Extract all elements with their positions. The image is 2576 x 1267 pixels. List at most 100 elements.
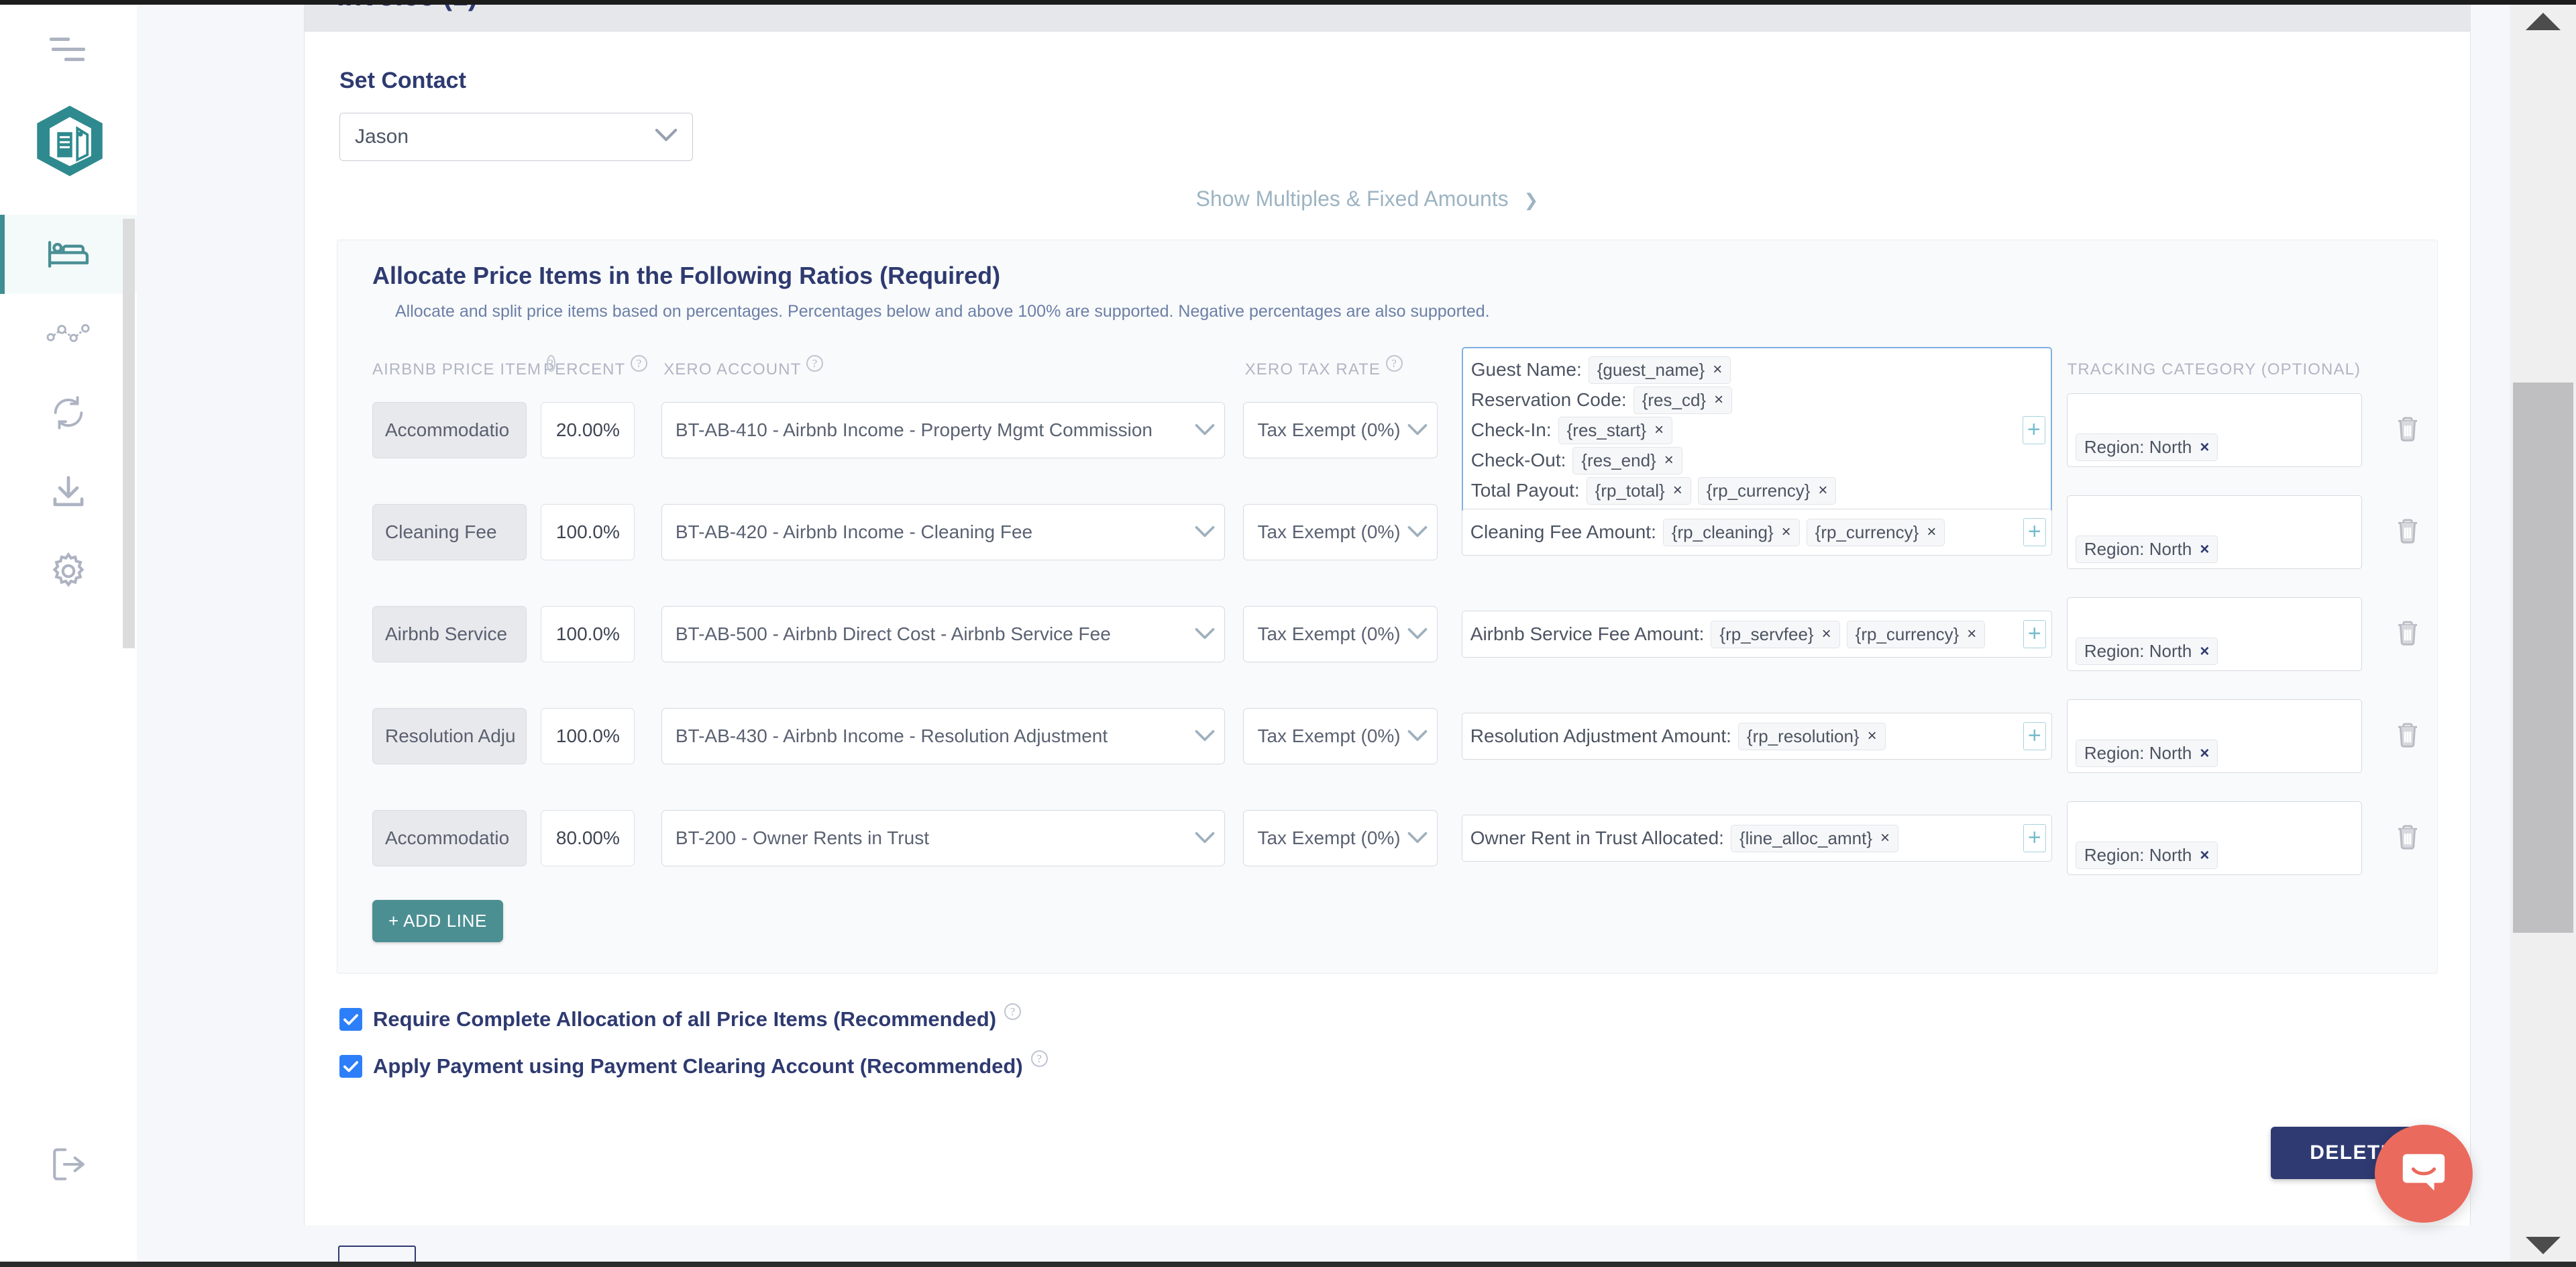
close-icon[interactable]: × [2200,846,2209,865]
close-icon[interactable]: × [1967,625,1976,644]
sidebar-item-sync[interactable] [0,373,137,452]
merge-field-token[interactable]: {res_start} × [1558,416,1673,444]
chevron-down-icon [1407,521,1428,543]
xero-tax-rate-select[interactable]: Tax Exempt (0%) [1243,810,1438,866]
close-icon[interactable]: × [2200,438,2209,457]
merge-field-token[interactable]: {rp_currency} × [1806,518,1945,546]
xero-account-select[interactable]: BT-200 - Owner Rents in Trust [661,810,1225,866]
help-icon[interactable]: ? [806,355,824,372]
close-icon[interactable]: × [1673,481,1682,500]
contact-select[interactable]: Jason [339,113,693,161]
close-icon[interactable]: × [1782,523,1791,542]
help-icon[interactable]: ? [1386,355,1403,372]
sidebar-item-downloads[interactable] [0,452,137,531]
description-editor[interactable]: Owner Rent in Trust Allocated: {line_allo… [1461,815,2052,862]
delete-row-button[interactable] [2377,619,2437,650]
xero-tax-rate-select[interactable]: Tax Exempt (0%) [1243,504,1438,560]
description-editor[interactable]: Resolution Adjustment Amount: {rp_resolut… [1461,713,2052,760]
close-icon[interactable]: × [1822,625,1831,644]
tracking-token[interactable]: Region: North × [2075,740,2218,767]
close-icon[interactable]: × [2200,642,2209,661]
tracking-token[interactable]: Region: North × [2075,842,2218,869]
help-icon[interactable]: ? [547,355,555,372]
description-label: Owner Rent in Trust Allocated: [1470,827,1724,848]
description-editor[interactable]: Guest Name: {guest_name} × Reservation Code… [1461,346,2052,514]
plus-icon[interactable]: + [2023,518,2046,546]
close-icon[interactable]: × [2200,744,2209,763]
merge-field-token[interactable]: {rp_currency} × [1697,476,1837,505]
show-multiples-toggle[interactable]: Show Multiples & Fixed Amounts ❯ [305,187,2430,211]
sidebar-item-properties[interactable] [0,215,137,294]
percent-input[interactable]: 80.00% [541,810,635,866]
xero-account-select[interactable]: BT-AB-430 - Airbnb Income - Resolution A… [661,708,1225,764]
tracking-category-input[interactable]: Region: North × [2066,393,2362,467]
delete-row-button[interactable] [2377,721,2437,752]
merge-field-token[interactable]: {rp_resolution} × [1737,722,1886,750]
tracking-token[interactable]: Region: North × [2075,536,2218,563]
percent-input[interactable]: 20.00% [541,402,635,458]
delete-row-button[interactable] [2377,415,2437,446]
allocate-panel: Allocate Price Items in the Following Ra… [337,240,2438,974]
merge-field-token[interactable]: {rp_currency} × [1846,620,1986,648]
plus-icon[interactable]: + [2023,824,2046,852]
tracking-category-input[interactable]: Region: North × [2066,699,2362,773]
close-icon[interactable]: × [1880,829,1890,848]
close-icon[interactable]: × [1818,481,1827,500]
page-scrollbar-thumb[interactable] [2513,383,2573,933]
xero-account-select[interactable]: BT-AB-410 - Airbnb Income - Property Mgm… [661,402,1225,458]
tracking-token[interactable]: Region: North × [2075,638,2218,665]
intercom-chat-button[interactable] [2375,1125,2473,1223]
logout-icon[interactable] [0,1127,137,1201]
help-icon[interactable]: ? [1004,1003,1022,1020]
sidebar-item-workflows[interactable] [0,294,137,373]
delete-row-button[interactable] [2377,823,2437,854]
percent-input[interactable]: 100.0% [541,708,635,764]
scroll-up-arrow[interactable] [2510,4,2576,39]
description-editor[interactable]: Cleaning Fee Amount: {rp_cleaning} × {rp_cu… [1461,509,2052,556]
checkbox-apply-payment-clearing[interactable] [339,1055,362,1078]
sidebar-item-settings[interactable] [0,531,137,611]
plus-icon[interactable]: + [2023,620,2046,648]
close-icon[interactable]: × [2200,540,2209,559]
plus-icon[interactable]: + [2022,416,2045,444]
close-icon[interactable]: × [1654,421,1664,440]
plus-icon[interactable]: + [2023,722,2046,750]
sidebar-scrollbar-thumb[interactable] [123,219,135,648]
tracking-category-input[interactable]: Region: North × [2066,597,2362,671]
add-line-button[interactable]: + ADD LINE [372,900,503,942]
merge-field-token[interactable]: {guest_name} × [1588,356,1731,384]
option-apply-payment-clearing[interactable]: Apply Payment using Payment Clearing Acc… [339,1050,2470,1078]
merge-field-token[interactable]: {res_cd} × [1633,386,1733,414]
invoice-card-header[interactable]: Invoice (1) [305,0,2470,32]
xero-account-select[interactable]: BT-AB-500 - Airbnb Direct Cost - Airbnb … [661,606,1225,662]
merge-field-token[interactable]: {rp_cleaning} × [1662,518,1800,546]
help-icon[interactable]: ? [631,355,648,372]
xero-tax-rate-select[interactable]: Tax Exempt (0%) [1243,708,1438,764]
scroll-down-arrow[interactable] [2510,1228,2576,1263]
close-icon[interactable]: × [1713,360,1722,379]
merge-field-token[interactable]: {line_alloc_amnt} × [1730,824,1899,852]
percent-input[interactable]: 100.0% [541,606,635,662]
xero-account-select[interactable]: BT-AB-420 - Airbnb Income - Cleaning Fee [661,504,1225,560]
checkbox-require-complete-allocation[interactable] [339,1008,362,1031]
merge-field-token[interactable]: {res_end} × [1572,446,1682,474]
tracking-token[interactable]: Region: North × [2075,434,2218,461]
option-require-complete-allocation[interactable]: Require Complete Allocation of all Price… [339,1003,2470,1031]
tracking-category-input[interactable]: Region: North × [2066,495,2362,569]
close-icon[interactable]: × [1927,523,1936,542]
percent-input[interactable]: 100.0% [541,504,635,560]
xero-tax-rate-select[interactable]: Tax Exempt (0%) [1243,402,1438,458]
merge-field-token[interactable]: {rp_servfee} × [1711,620,1840,648]
description-editor[interactable]: Airbnb Service Fee Amount: {rp_servfee} ×{… [1461,611,2052,658]
merge-field-token[interactable]: {rp_total} × [1586,476,1691,505]
sidebar-scrollbar[interactable] [123,0,135,1267]
close-icon[interactable]: × [1868,727,1877,746]
delete-row-button[interactable] [2377,517,2437,548]
page-scrollbar[interactable] [2510,0,2576,1267]
close-icon[interactable]: × [1714,391,1723,409]
menu-icon[interactable] [42,34,95,64]
tracking-category-input[interactable]: Region: North × [2066,801,2362,875]
help-icon[interactable]: ? [1030,1050,1048,1067]
close-icon[interactable]: × [1664,451,1674,470]
xero-tax-rate-select[interactable]: Tax Exempt (0%) [1243,606,1438,662]
